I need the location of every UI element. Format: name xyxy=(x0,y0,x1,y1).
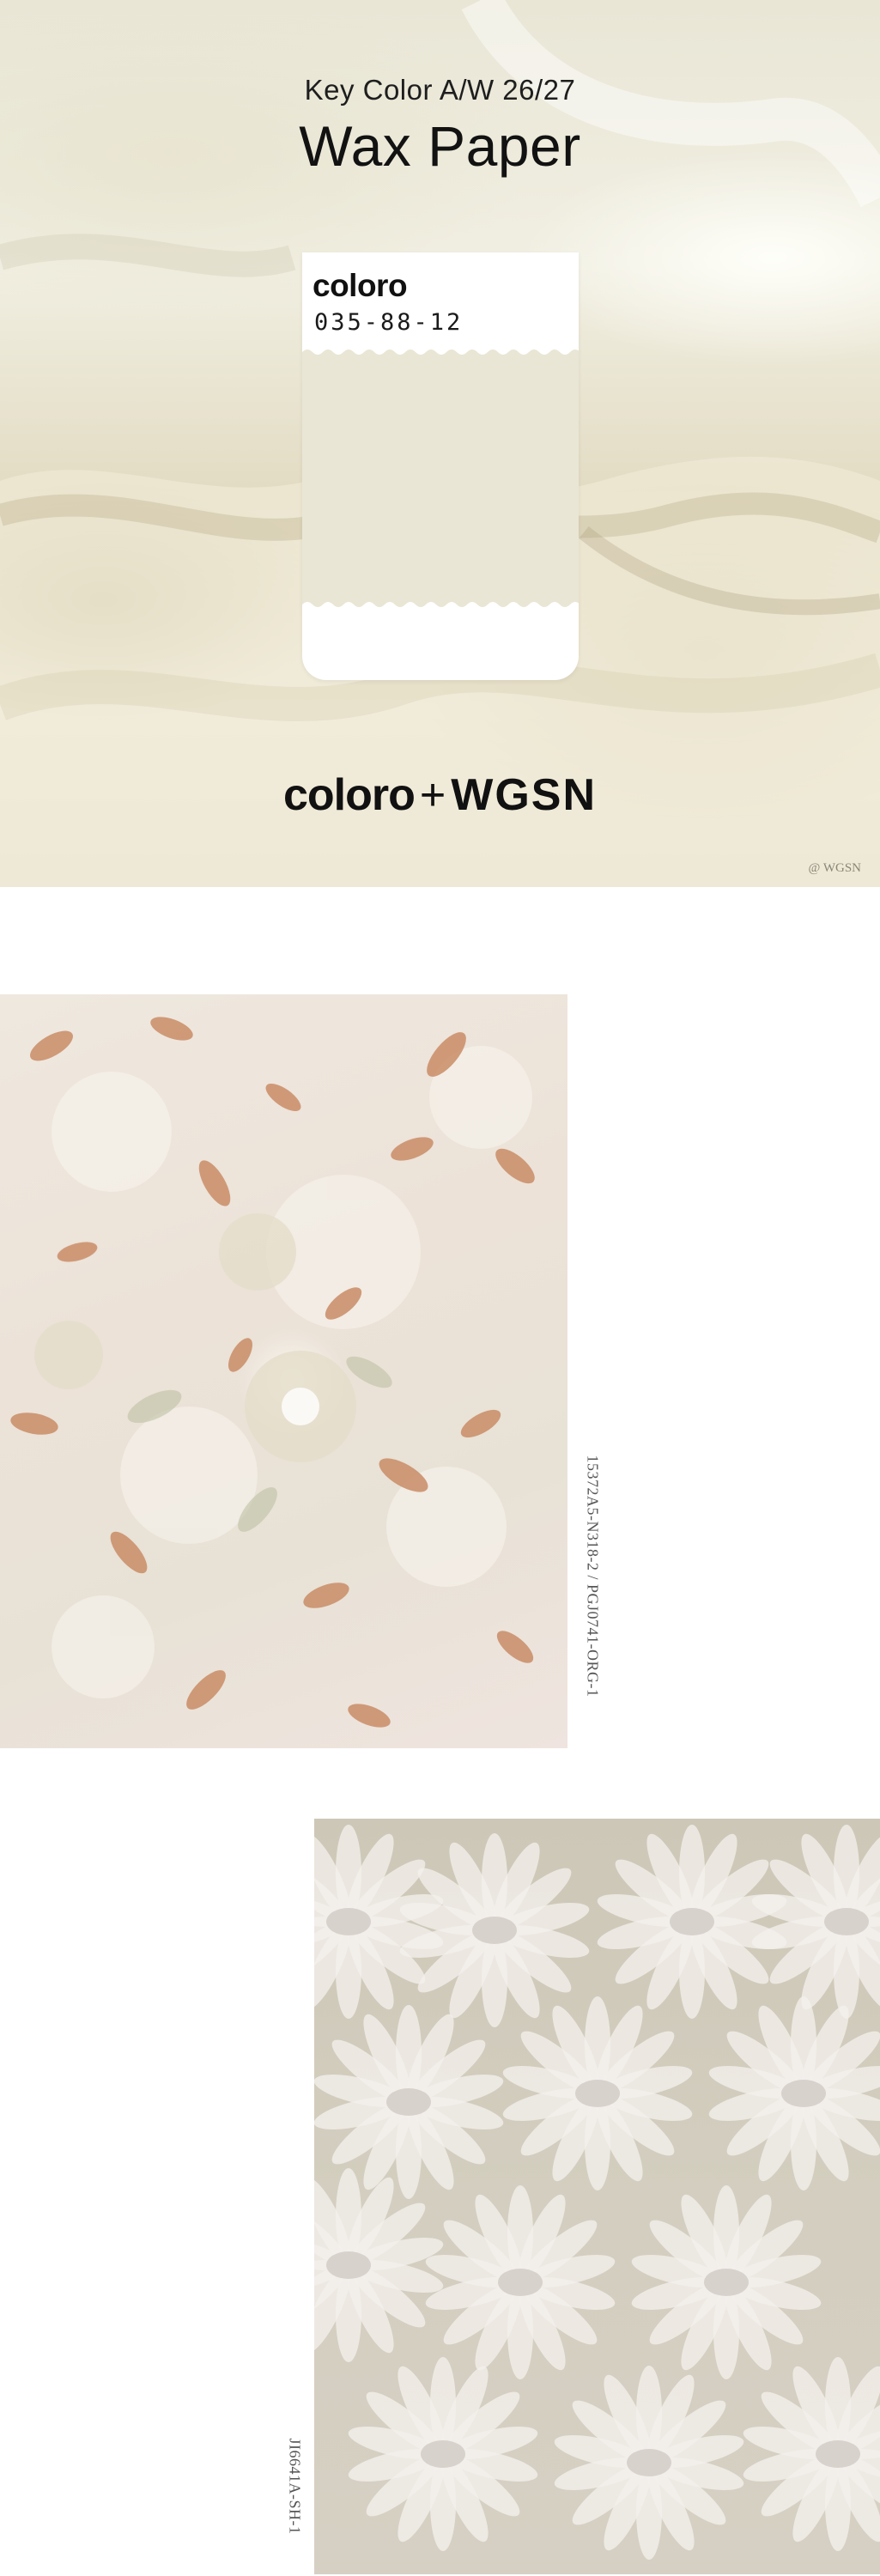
daisy-flower xyxy=(751,1825,880,2019)
color-swatch-card: coloro 035-88-12 xyxy=(302,252,579,680)
swatch-color-code: 035-88-12 xyxy=(314,309,464,336)
coloro-logo-text: coloro xyxy=(282,770,416,820)
logo-plus: + xyxy=(419,770,446,820)
daisy-flower xyxy=(314,2005,504,2199)
coloro-wgsn-logo: coloro + WGSN xyxy=(0,769,880,821)
daisy-flower xyxy=(597,1825,787,2019)
daisy-flower xyxy=(631,2185,822,2379)
fabric-code-label-1: 15372A5-N318-2 / PGJ0741-ORG-1 xyxy=(580,1417,605,1743)
daisy-flower xyxy=(425,2185,616,2379)
floral-embroidery-pattern xyxy=(10,1017,535,1728)
daisy-flower xyxy=(348,2357,538,2551)
fabric-code-label-2: JI6641A-SH-1 xyxy=(282,2404,307,2576)
daisy-flower xyxy=(502,1996,693,2190)
embroidered-floral-fabric-image xyxy=(0,994,567,1748)
daisy-flower xyxy=(743,2357,880,2551)
daisy-flower xyxy=(708,1996,880,2190)
season-subtitle: Key Color A/W 26/27 xyxy=(304,74,576,106)
swatch-brand-logo: coloro xyxy=(313,268,408,303)
daisy-flower xyxy=(554,2366,744,2560)
wgsn-logo-text: WGSN xyxy=(451,770,598,820)
fabric-code-text-1: 15372A5-N318-2 / PGJ0741-ORG-1 xyxy=(584,1455,602,1698)
daisy-flower xyxy=(314,2168,444,2362)
sequin-daisy-fabric-image xyxy=(314,1819,880,2574)
color-name-title: Wax Paper xyxy=(299,114,581,178)
sequin-daisy-pattern xyxy=(314,1825,880,2560)
swatch-color-chip xyxy=(302,347,579,630)
hero-banner: Key Color A/W 26/27 Wax Paper coloro 035… xyxy=(0,0,880,887)
copyright-credit: @ WGSN xyxy=(808,861,861,875)
fabric-code-text-2: JI6641A-SH-1 xyxy=(286,2438,304,2535)
